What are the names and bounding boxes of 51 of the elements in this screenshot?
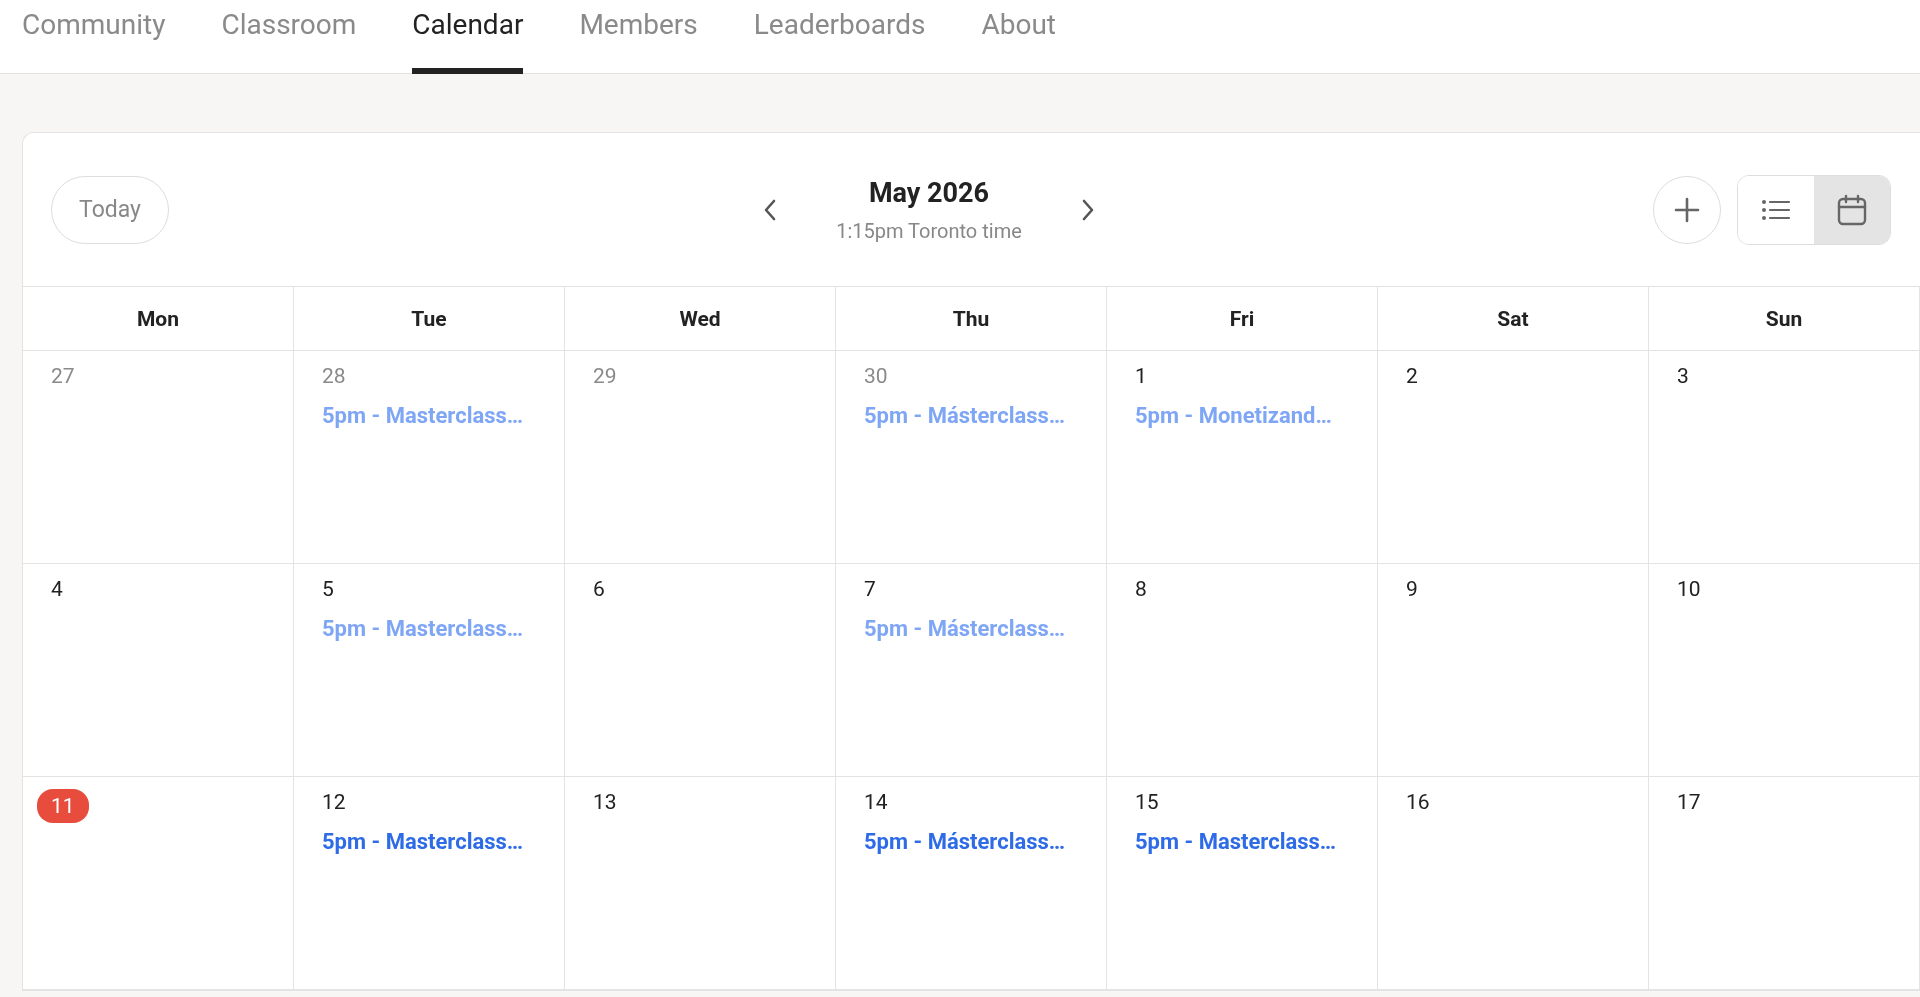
today-date-badge: 11 xyxy=(37,789,89,823)
weekday-header: Tue xyxy=(294,287,565,351)
date-number: 12 xyxy=(322,789,346,815)
event-link[interactable]: 5pm - Monetizand… xyxy=(1135,403,1332,428)
event-link[interactable]: 5pm - Másterclass… xyxy=(864,616,1066,641)
date-number: 28 xyxy=(322,363,346,389)
nav-tab[interactable]: Leaderboards xyxy=(753,0,926,74)
date-number: 9 xyxy=(1406,576,1418,602)
date-number: 27 xyxy=(51,363,75,389)
list-icon xyxy=(1761,197,1791,222)
event-link[interactable]: 5pm - Masterclass… xyxy=(1135,829,1337,854)
month-title: May 2026 xyxy=(867,176,991,209)
weekday-header: Fri xyxy=(1107,287,1378,351)
event-link[interactable]: 5pm - Másterclass… xyxy=(864,403,1066,428)
weekday-header: Sat xyxy=(1378,287,1649,351)
nav-tab[interactable]: Community xyxy=(22,0,166,74)
calendar-icon xyxy=(1837,193,1867,226)
local-time: 1:15pm Toronto time xyxy=(836,218,1022,243)
date-number: 2 xyxy=(1406,363,1418,389)
date-number: 17 xyxy=(1677,789,1701,815)
chevron-right-icon[interactable] xyxy=(1081,198,1095,221)
weekday-header: Thu xyxy=(836,287,1107,351)
event-link[interactable]: 5pm - Másterclass… xyxy=(864,829,1066,854)
date-number: 13 xyxy=(593,789,617,815)
date-number: 6 xyxy=(593,576,605,602)
date-number: 4 xyxy=(51,576,63,602)
date-number: 7 xyxy=(864,576,876,602)
date-number: 3 xyxy=(1677,363,1689,389)
date-number: 10 xyxy=(1677,576,1701,602)
weekday-header: Sun xyxy=(1649,287,1920,351)
date-number: 8 xyxy=(1135,576,1147,602)
nav-tab[interactable]: Classroom xyxy=(221,0,357,74)
plus-icon xyxy=(1673,195,1701,224)
date-number: 1 xyxy=(1135,363,1147,389)
nav-tab[interactable]: Calendar xyxy=(412,0,524,74)
calendar-view-button[interactable] xyxy=(1814,175,1890,244)
date-number: 29 xyxy=(593,363,617,389)
today-button[interactable]: Today xyxy=(51,175,169,244)
date-number: 16 xyxy=(1406,789,1430,815)
weekday-header: Mon xyxy=(23,287,294,351)
date-number: 14 xyxy=(864,789,888,815)
event-link[interactable]: 5pm - Masterclass… xyxy=(322,403,524,428)
date-number: 5 xyxy=(322,576,334,602)
date-number: 15 xyxy=(1135,789,1159,815)
event-link[interactable]: 5pm - Masterclass… xyxy=(322,616,524,641)
weekday-header: Wed xyxy=(565,287,836,351)
date-number: 30 xyxy=(864,363,888,389)
nav-tab[interactable]: About xyxy=(981,0,1056,74)
nav-tab[interactable]: Members xyxy=(579,0,698,74)
event-link[interactable]: 5pm - Masterclass… xyxy=(322,829,524,854)
chevron-left-icon[interactable] xyxy=(763,198,777,221)
